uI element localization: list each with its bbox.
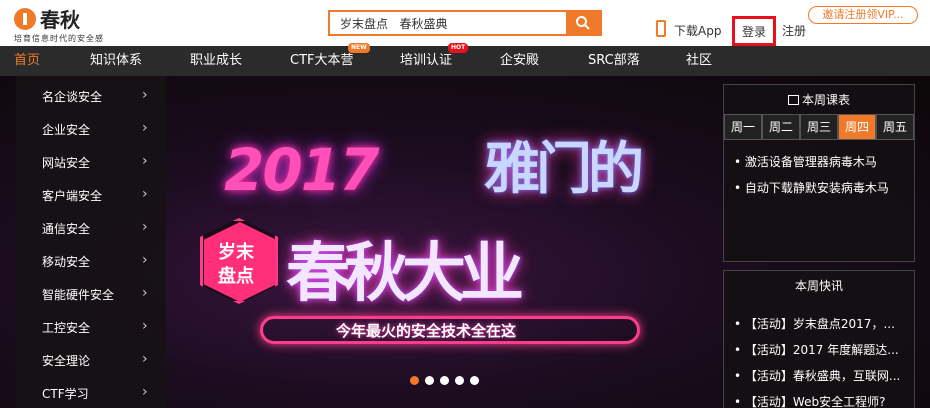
chevron-right-icon: › — [142, 120, 148, 136]
category-label: 名企谈安全 — [42, 90, 103, 104]
carousel-dot[interactable] — [440, 376, 449, 385]
chevron-right-icon: › — [142, 285, 148, 301]
nav-training[interactable]: 培训认证 HOT — [400, 43, 469, 76]
phone-icon — [656, 20, 666, 37]
day-tab[interactable]: 周五 — [876, 114, 914, 140]
search-icon — [576, 16, 590, 30]
banner-title: 春秋大业 — [286, 237, 524, 311]
hero-area: 名企谈安全 › 企业安全 › 网站安全 › 客户端安全 › 通信安全 › 移动安… — [0, 76, 930, 408]
category-label: 智能硬件安全 — [42, 288, 115, 302]
category-item[interactable]: 网站安全 › — [16, 145, 166, 178]
banner-year: 2017 — [224, 136, 379, 204]
category-item[interactable]: 工控安全 › — [16, 310, 166, 343]
logo-name: 春秋 — [40, 8, 80, 32]
search-input[interactable] — [330, 12, 568, 34]
hot-badge: HOT — [448, 43, 469, 53]
category-label: 网站安全 — [42, 156, 91, 170]
chevron-right-icon: › — [142, 186, 148, 202]
schedule-panel: 本周课表 周一 周二 周三 周四 周五 激活设备管理器病毒木马 自动下载静默安装… — [723, 84, 915, 262]
login-button[interactable]: 登录 — [732, 16, 776, 46]
chevron-right-icon: › — [142, 384, 148, 400]
nav-enterprise[interactable]: 企安殿 — [500, 46, 539, 76]
nav-career[interactable]: 职业成长 — [190, 46, 242, 76]
logo-slogan: 培育信息时代的安全感 — [14, 34, 104, 43]
category-label: 企业安全 — [42, 123, 91, 137]
download-app-link[interactable]: 下载App — [674, 22, 721, 39]
category-item[interactable]: 移动安全 › — [16, 244, 166, 277]
nav-ctf-label: CTF大本营 — [290, 53, 354, 68]
schedule-title: 本周课表 — [724, 91, 914, 108]
chevron-right-icon: › — [142, 252, 148, 268]
category-item[interactable]: 企业安全 › — [16, 112, 166, 145]
banner-headline: 雅门的 — [484, 137, 644, 202]
category-label: 工控安全 — [42, 321, 91, 335]
chevron-right-icon: › — [142, 219, 148, 235]
category-item[interactable]: 通信安全 › — [16, 211, 166, 244]
day-tab[interactable]: 周一 — [724, 114, 762, 140]
main-nav: 首页 知识体系 职业成长 CTF大本营 NEW 培训认证 HOT 企安殿 SRC… — [0, 43, 930, 76]
category-item[interactable]: 智能硬件安全 › — [16, 277, 166, 310]
day-tab[interactable]: 周二 — [762, 114, 800, 140]
nav-community[interactable]: 社区 — [686, 46, 712, 76]
chevron-right-icon: › — [142, 87, 148, 103]
badge-line-1: 岁末 — [218, 242, 254, 263]
day-tab-active[interactable]: 周四 — [838, 114, 876, 140]
category-label: 移动安全 — [42, 255, 91, 269]
news-item[interactable]: 【活动】Web安全工程师? — [734, 393, 910, 408]
chevron-right-icon: › — [142, 153, 148, 169]
nav-ctf[interactable]: CTF大本营 NEW — [290, 43, 370, 76]
news-title: 本周快讯 — [794, 279, 843, 293]
chevron-right-icon: › — [142, 351, 148, 367]
badge-line-2: 盘点 — [218, 266, 254, 287]
schedule-item[interactable]: 自动下载静默安装病毒木马 — [734, 179, 910, 196]
header: 春秋 培育信息时代的安全感 下载App 登录 注册 邀请注册领VIP... — [0, 0, 930, 46]
news-item[interactable]: 【活动】岁末盘点2017，... — [734, 315, 910, 332]
site-logo[interactable]: 春秋 培育信息时代的安全感 — [14, 6, 134, 43]
schedule-item[interactable]: 激活设备管理器病毒木马 — [734, 153, 910, 170]
calendar-icon — [787, 95, 799, 105]
banner-slogan: 今年最火的安全技术全在这 — [336, 322, 517, 340]
category-item[interactable]: 客户端安全 › — [16, 178, 166, 211]
nav-home[interactable]: 首页 — [14, 46, 40, 76]
news-item[interactable]: 【活动】春秋盛典，互联网... — [734, 367, 910, 384]
chevron-right-icon: › — [142, 318, 148, 334]
search-button[interactable] — [566, 12, 600, 34]
category-label: 通信安全 — [42, 222, 91, 236]
nav-training-label: 培训认证 — [400, 53, 453, 68]
category-item[interactable]: 安全理论 › — [16, 343, 166, 376]
nav-src[interactable]: SRC部落 — [588, 46, 640, 76]
carousel-dot[interactable] — [425, 376, 434, 385]
carousel-dot[interactable] — [410, 376, 419, 385]
news-item[interactable]: 【活动】2017 年度解题达... — [734, 341, 910, 358]
day-tab[interactable]: 周三 — [800, 114, 838, 140]
carousel-dot[interactable] — [455, 376, 464, 385]
category-item[interactable]: 名企谈安全 › — [16, 79, 166, 112]
category-label: CTF学习 — [42, 387, 89, 401]
search-box — [328, 10, 602, 36]
new-badge: NEW — [348, 43, 370, 53]
category-label: 安全理论 — [42, 354, 91, 368]
news-panel: 本周快讯 【活动】岁末盘点2017，... 【活动】2017 年度解题达... … — [723, 270, 915, 408]
schedule-title-text: 本周课表 — [801, 93, 850, 107]
nav-knowledge[interactable]: 知识体系 — [90, 46, 142, 76]
category-item[interactable]: CTF学习 › — [16, 376, 166, 408]
category-menu: 名企谈安全 › 企业安全 › 网站安全 › 客户端安全 › 通信安全 › 移动安… — [16, 76, 166, 408]
carousel-dot[interactable] — [470, 376, 479, 385]
invite-vip-button[interactable]: 邀请注册领VIP... — [808, 6, 918, 24]
register-link[interactable]: 注册 — [782, 22, 806, 39]
logo-mark-icon — [14, 8, 36, 30]
promo-banner[interactable]: 2017 雅门的 岁末 盘点 春秋大业 今年最火的安全技术全在这 — [166, 76, 718, 408]
category-label: 客户端安全 — [42, 189, 103, 203]
